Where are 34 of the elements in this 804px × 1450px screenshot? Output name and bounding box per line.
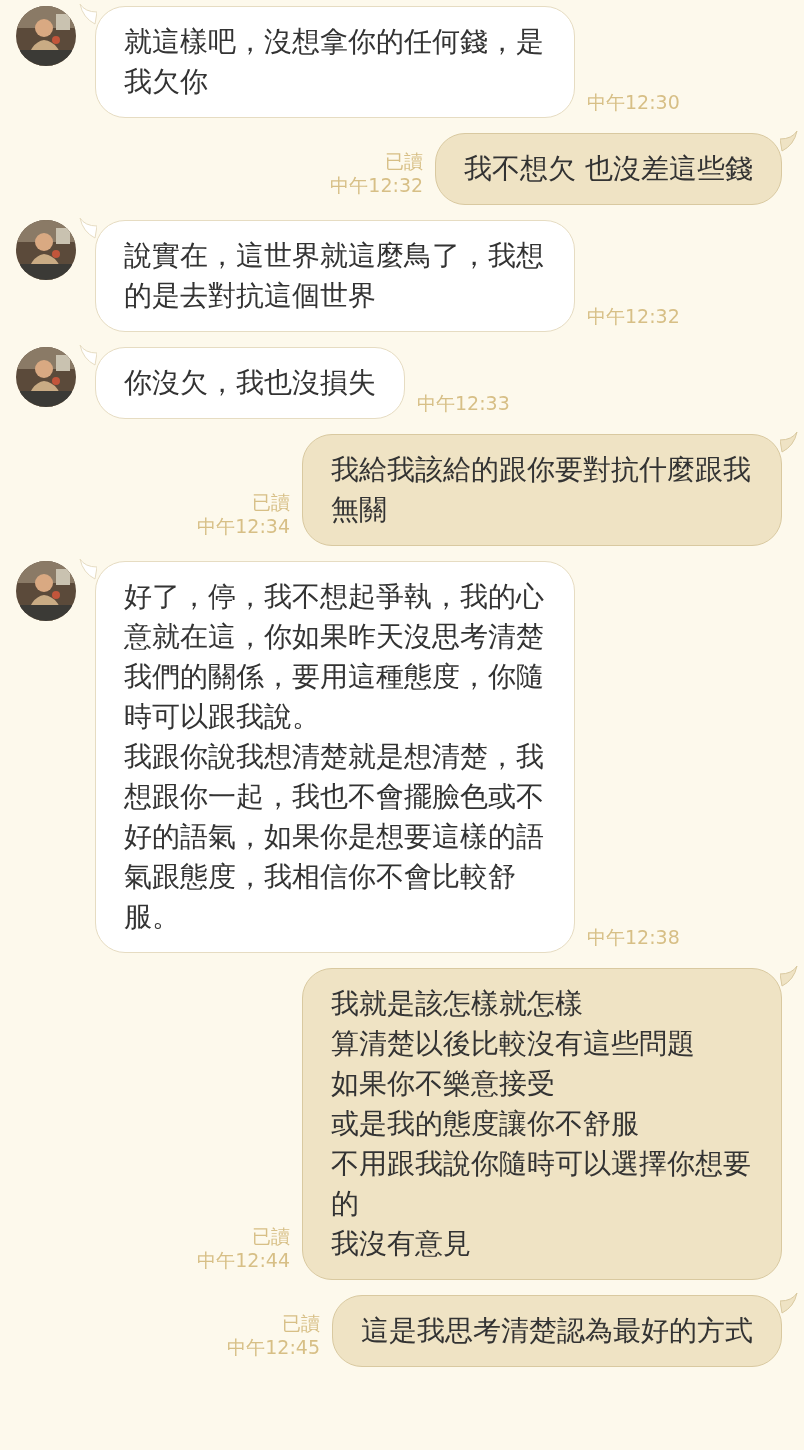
message-text: 我就是該怎樣就怎樣: [331, 986, 584, 1022]
message-text: 算清楚以後比較沒有這些問題: [331, 1026, 696, 1062]
bubble-tail: [79, 4, 97, 26]
message-time: 中午12:32: [587, 304, 680, 328]
message-text: 這是我思考清楚認為最好的方式: [361, 1313, 753, 1349]
bubble-tail: [780, 1293, 798, 1315]
message-text: 不用跟我說你隨時可以選擇你想要的: [331, 1146, 752, 1222]
message-time: 中午12:33: [417, 391, 510, 415]
bubble-tail: [79, 345, 97, 367]
message-text: 或是我的態度讓你不舒服: [331, 1106, 640, 1142]
message-text: 說實在，這世界就這麼鳥了，我想的是去對抗這個世界: [124, 238, 545, 314]
read-receipt: 已讀: [282, 1311, 320, 1335]
bubble-tail: [780, 131, 798, 153]
bubble-tail: [79, 559, 97, 581]
message-text: 我不想欠 也沒差這些錢: [464, 151, 753, 187]
read-receipt: 已讀: [385, 149, 424, 173]
message-text: 我沒有意見: [331, 1226, 472, 1262]
read-receipt: 已讀: [252, 490, 290, 514]
message-time: 中午12:32: [330, 173, 424, 197]
message-text: 如果你不樂意接受: [331, 1066, 556, 1102]
bubble-tail: [780, 432, 798, 454]
message-time: 中午12:45: [227, 1335, 320, 1359]
message-text: 就這樣吧，沒想拿你的任何錢，是我欠你: [124, 24, 545, 100]
message-text: 好了，停，我不想起爭執，我的心意就在這，你如果昨天沒思考清楚我們的關係，要用這種態度，你隨時可以跟我說。: [124, 579, 545, 735]
bubble-tail: [780, 966, 798, 988]
message-text: 我給我該給的跟你要對抗什麼跟我無關: [331, 452, 752, 528]
bubble-tail: [79, 218, 97, 240]
message-time: 中午12:44: [197, 1248, 290, 1272]
message-time: 中午12:30: [587, 90, 680, 114]
message-text: 你沒欠，我也沒損失: [124, 365, 376, 401]
read-receipt: 已讀: [252, 1224, 290, 1248]
message-time: 中午12:34: [197, 514, 290, 538]
message-time: 中午12:38: [587, 925, 680, 949]
message-text: 我跟你說我想清楚就是想清楚，我想跟你一起，我也不會擺臉色或不好的語氣，如果你是想要這樣的語氣跟態度，我相信你不會比較舒服。: [124, 739, 545, 935]
